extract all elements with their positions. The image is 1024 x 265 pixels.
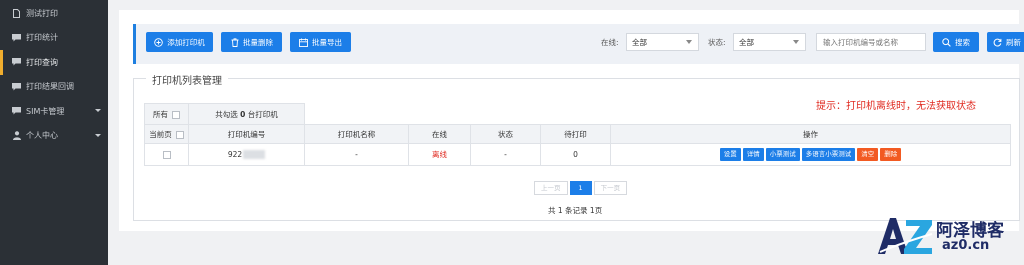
sidebar-item-test-print[interactable]: 测试打印	[0, 1, 108, 26]
row-checkbox[interactable]	[162, 151, 171, 159]
page-1-button[interactable]: 1	[569, 181, 592, 195]
batch-delete-button[interactable]: 批量删除	[221, 32, 282, 52]
selected-count: 0	[240, 109, 246, 119]
toolbar: 添加打印机 批量删除 批量导出 在线: 全部 状态: 全部 输入打印机编号或名称…	[133, 24, 1024, 64]
chat-icon	[12, 58, 21, 67]
column-header: 待打印	[540, 124, 611, 144]
row-select-cell	[144, 143, 189, 166]
select-page-cell: 当前页	[144, 124, 189, 144]
az-logo	[878, 218, 933, 254]
table-row: 922 - 离线 - 0 设置 详情 小票测试 多语言小票测试 清空 删除	[144, 143, 1011, 166]
details-button[interactable]: 详情	[742, 148, 764, 161]
search-icon	[942, 37, 951, 47]
batch-export-button[interactable]: 批量导出	[290, 32, 351, 52]
column-header: 打印机编号	[188, 124, 305, 144]
settings-button[interactable]: 设置	[719, 148, 741, 161]
sidebar-item-print-query[interactable]: 打印查询	[0, 50, 108, 75]
column-header: 操作	[610, 124, 1011, 144]
total-records: 共 1 条记录 1页	[548, 206, 603, 215]
redacted-block	[243, 150, 266, 160]
sidebar-item-user-center[interactable]: 个人中心	[0, 124, 108, 149]
pending-cell: 0	[540, 143, 611, 166]
chat-icon	[12, 82, 21, 91]
receipt-test-button[interactable]: 小票测试	[765, 148, 800, 161]
sidebar-item-label: 打印结果回调	[26, 82, 74, 92]
printer-name-cell: -	[304, 143, 409, 166]
sidebar-item-print-stats[interactable]: 打印统计	[0, 26, 108, 51]
selection-row: 所有 共勾选 0 台打印机	[144, 103, 1011, 125]
next-page-button[interactable]: 下一页	[593, 181, 628, 195]
printer-list-panel: 打印机列表管理 提示：打印机离线时，无法获取状态 所有 共勾选 0 台打印机 当…	[133, 72, 1020, 221]
sidebar-item-label: SIM卡管理	[26, 106, 65, 116]
printer-sn-cell: 922	[188, 143, 305, 166]
trash-icon	[230, 37, 239, 47]
search-button[interactable]: 搜索	[933, 32, 979, 52]
clear-button[interactable]: 清空	[857, 148, 879, 161]
column-header: 打印机名称	[304, 124, 409, 144]
select-all-checkbox[interactable]	[172, 110, 180, 119]
user-icon	[12, 131, 21, 141]
column-header: 状态	[470, 124, 541, 144]
chat-icon	[12, 107, 21, 116]
online-cell: 离线	[408, 143, 471, 166]
sidebar-item-label: 个人中心	[26, 131, 58, 141]
delete-button[interactable]: 删除	[880, 148, 902, 161]
watermark: 阿泽博客 az0.cn	[876, 210, 1016, 260]
sidebar-item-print-callback[interactable]: 打印结果回调	[0, 75, 108, 100]
file-icon	[12, 8, 21, 18]
search-input[interactable]	[816, 33, 926, 51]
sidebar-item-label: 测试打印	[26, 8, 58, 18]
sidebar: 测试打印 打印统计 打印查询 打印结果回调 SIM卡管理 个人中心	[0, 0, 108, 265]
prev-page-button[interactable]: 上一页	[534, 181, 568, 195]
select-all-cell: 所有	[144, 103, 189, 125]
chat-icon	[12, 33, 21, 42]
calendar-icon	[299, 38, 308, 47]
actions-cell: 设置 详情 小票测试 多语言小票测试 清空 删除	[610, 143, 1011, 166]
online-filter-label: 在线:	[601, 38, 619, 47]
chevron-down-icon	[95, 133, 101, 137]
watermark-domain: az0.cn	[942, 238, 990, 253]
chevron-down-icon	[793, 40, 799, 44]
main-content: 添加打印机 批量删除 批量导出 在线: 全部 状态: 全部 输入打印机编号或名称…	[119, 10, 1024, 231]
sidebar-item-sim-card[interactable]: SIM卡管理	[0, 99, 108, 124]
status-select[interactable]: 全部	[733, 33, 806, 51]
chevron-down-icon	[686, 40, 692, 44]
refresh-button[interactable]: 刷新	[987, 32, 1024, 52]
multilang-receipt-test-button[interactable]: 多语言小票测试	[801, 148, 856, 161]
selected-count-cell: 共勾选 0 台打印机	[188, 103, 305, 125]
status-filter-label: 状态:	[708, 38, 726, 47]
panel-title: 打印机列表管理	[146, 72, 228, 87]
pagination: 上一页 1 下一页	[534, 181, 629, 195]
sidebar-item-label: 打印查询	[26, 57, 58, 67]
add-printer-button[interactable]: 添加打印机	[146, 32, 213, 52]
plus-circle-icon	[154, 37, 163, 47]
online-select[interactable]: 全部	[626, 33, 699, 51]
printer-table: 所有 共勾选 0 台打印机 当前页 打印机编号 打印机名称 在线 状态 待打印 …	[144, 103, 1011, 166]
sidebar-item-label: 打印统计	[26, 33, 58, 43]
select-page-checkbox[interactable]	[175, 130, 184, 139]
column-header: 在线	[408, 124, 471, 144]
refresh-icon	[993, 38, 1002, 47]
header-row: 当前页 打印机编号 打印机名称 在线 状态 待打印 操作	[144, 124, 1011, 144]
chevron-down-icon	[95, 109, 101, 112]
status-cell: -	[470, 143, 541, 166]
